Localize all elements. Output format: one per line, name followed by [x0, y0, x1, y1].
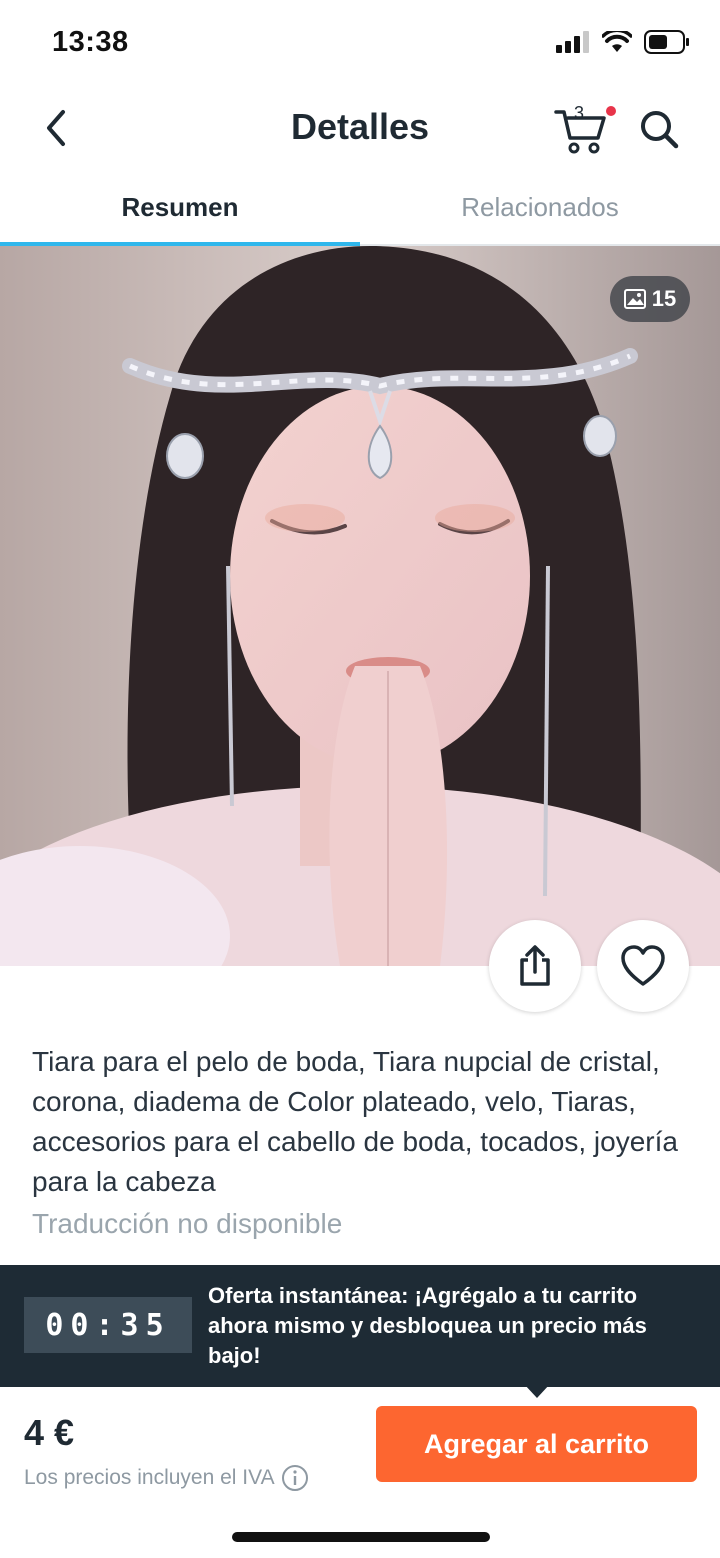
notification-dot — [606, 106, 616, 116]
share-button[interactable] — [489, 920, 581, 1012]
status-time: 13:38 — [52, 26, 129, 58]
product-photo — [0, 246, 720, 966]
photo-count: 15 — [651, 286, 677, 311]
signal-icon — [556, 31, 589, 53]
add-to-cart-button[interactable]: Agregar al carrito — [376, 1406, 697, 1482]
product-image[interactable] — [0, 246, 720, 966]
tab-bar: Resumen Relacionados — [0, 168, 720, 246]
header: Detalles 3 — [0, 88, 720, 168]
product-title: Tiara para el pelo de boda, Tiara nupcia… — [32, 1046, 678, 1197]
tax-note-text: Los precios incluyen el IVA — [24, 1466, 275, 1489]
favorite-button[interactable] — [597, 920, 689, 1012]
translation-note: Traducción no disponible — [32, 1208, 343, 1239]
status-icons — [556, 30, 690, 54]
tab-resumen[interactable]: Resumen — [0, 168, 360, 246]
price: 4 € — [24, 1412, 75, 1453]
info-icon[interactable] — [281, 1464, 309, 1492]
image-icon — [623, 289, 646, 309]
cart-count-badge: 3 — [574, 103, 585, 123]
offer-text: Oferta instantánea: ¡Agrégalo a tu carri… — [208, 1283, 647, 1368]
offer-pointer — [524, 1384, 550, 1398]
cart-button[interactable]: 3 — [552, 98, 616, 158]
search-icon — [641, 111, 679, 149]
search-button[interactable] — [634, 104, 684, 154]
battery-icon — [644, 30, 689, 54]
wifi-icon — [602, 31, 632, 52]
share-icon — [520, 945, 550, 986]
tax-note: Los precios incluyen el IVA — [24, 1464, 309, 1492]
countdown-timer: 00:35 — [24, 1297, 192, 1353]
flash-offer-banner: 00:35 Oferta instantánea: ¡Agrégalo a tu… — [0, 1265, 720, 1387]
tab-relacionados[interactable]: Relacionados — [360, 168, 720, 246]
heart-icon — [621, 945, 665, 986]
home-indicator[interactable] — [232, 1532, 490, 1542]
status-bar: 13:38 — [0, 0, 720, 88]
photo-count-badge[interactable]: 15 — [610, 276, 690, 322]
